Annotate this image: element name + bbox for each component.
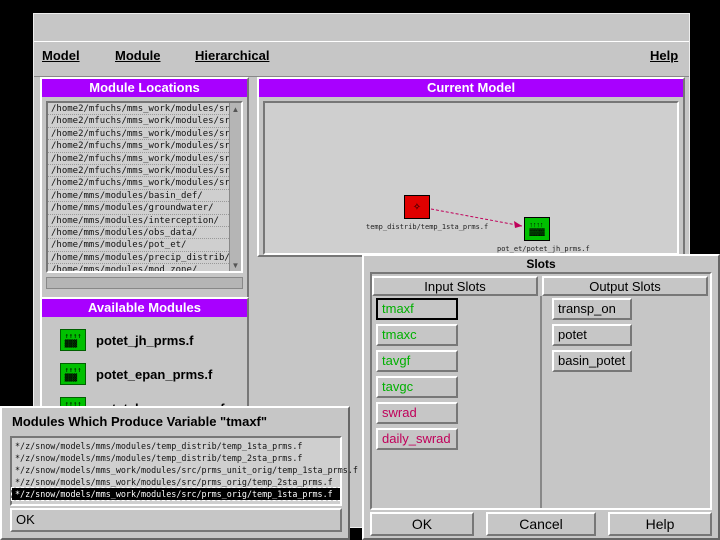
- slots-divider: [540, 296, 542, 508]
- producers-ok-button[interactable]: OK: [10, 508, 342, 532]
- input-slot-daily-swrad[interactable]: daily_swrad: [376, 428, 458, 450]
- module-locations-panel: Module Locations /home2/mfuchs/mms_work/…: [40, 77, 249, 300]
- output-slot-basin-potet[interactable]: basin_potet: [552, 350, 632, 372]
- scroll-down-icon[interactable]: ▼: [230, 259, 241, 271]
- module-location-item[interactable]: /home/mms/modules/basin_def/: [48, 190, 241, 203]
- output-slot-potet[interactable]: potet: [552, 324, 632, 346]
- module-item[interactable]: ↑↑↑↑ ▓▓▓ potet_jh_prms.f: [60, 329, 194, 351]
- module-icon: ↑↑↑↑▓▓▓: [60, 363, 86, 385]
- module-location-item[interactable]: /home2/mfuchs/mms_work/modules/src/m: [48, 177, 241, 190]
- module-location-item[interactable]: /home/mms/modules/mod_zone/: [48, 264, 241, 271]
- module-location-item[interactable]: /home/mms/modules/pot_et/: [48, 239, 241, 252]
- input-slots-header: Input Slots: [372, 276, 538, 296]
- module-location-item[interactable]: /home2/mfuchs/mms_work/modules/src/dis: [48, 103, 241, 116]
- input-slot-tavgc[interactable]: tavgc: [376, 376, 458, 398]
- producer-item[interactable]: */z/snow/models/mms/modules/temp_distrib…: [12, 440, 340, 452]
- module-locations-scrollbar[interactable]: ▲ ▼: [229, 103, 241, 271]
- module-locations-title: Module Locations: [42, 79, 247, 97]
- cancel-button[interactable]: Cancel: [486, 512, 596, 536]
- module-location-item[interactable]: /home2/mfuchs/mms_work/modules/src/pr: [48, 128, 241, 141]
- module-location-item[interactable]: /home/mms/modules/precip_distrib/: [48, 252, 241, 265]
- menu-module[interactable]: Module: [115, 48, 161, 63]
- module-location-item[interactable]: /home/mms/modules/interception/: [48, 215, 241, 227]
- slots-title: Slots: [526, 257, 556, 271]
- output-slot-transp-on[interactable]: transp_on: [552, 298, 632, 320]
- model-canvas[interactable]: ✧ temp_distrib/temp_1sta_prms.f ↑↑↑↑ ▓▓▓ …: [263, 101, 679, 255]
- menu-model[interactable]: Model: [42, 48, 80, 63]
- current-model-panel: Current Model ✧ temp_distrib/temp_1sta_p…: [257, 77, 685, 257]
- producers-list[interactable]: */z/snow/models/mms/modules/temp_distrib…: [10, 436, 358, 506]
- current-model-title: Current Model: [259, 79, 683, 97]
- model-node-temp-label: temp_distrib/temp_1sta_prms.f: [366, 223, 489, 231]
- module-location-item[interactable]: /home2/mfuchs/mms_work/modules/src/us: [48, 140, 241, 153]
- module-location-item[interactable]: /home/mms/modules/groundwater/: [48, 202, 241, 215]
- model-node-potet[interactable]: ↑↑↑↑ ▓▓▓: [524, 217, 550, 241]
- model-node-temp[interactable]: ✧: [404, 195, 430, 219]
- model-node-potet-label: pot_et/potet_jh_prms.f: [497, 245, 590, 253]
- module-location-item[interactable]: /home2/mfuchs/mms_work/modules/src/pu: [48, 165, 241, 178]
- module-locations-list[interactable]: /home2/mfuchs/mms_work/modules/src/dis/h…: [46, 101, 243, 273]
- input-slot-tmaxf[interactable]: tmaxf: [376, 298, 458, 320]
- ok-button[interactable]: OK: [370, 512, 474, 536]
- module-location-item[interactable]: /home/mms/modules/obs_data/: [48, 227, 241, 240]
- help-button[interactable]: Help: [608, 512, 712, 536]
- module-item[interactable]: ↑↑↑↑ ▓▓▓ potet_epan_prms.f: [60, 363, 212, 385]
- input-slot-swrad[interactable]: swrad: [376, 402, 458, 424]
- producers-dialog: Modules Which Produce Variable "tmaxf" *…: [0, 406, 358, 540]
- menu-hierarchical[interactable]: Hierarchical: [195, 48, 269, 63]
- producer-item-selected[interactable]: */z/snow/models/mms_work/modules/src/prm…: [11, 487, 341, 501]
- connection-arrowhead: [514, 221, 522, 228]
- module-location-item[interactable]: /home2/mfuchs/mms_work/modules/src/m: [48, 153, 241, 165]
- module-name: potet_epan_prms.f: [96, 366, 213, 382]
- input-slot-tavgf[interactable]: tavgf: [376, 350, 458, 372]
- slots-dialog: Slots Input Slots Output Slots tmaxf tma…: [362, 254, 720, 540]
- input-slot-tmaxc[interactable]: tmaxc: [376, 324, 458, 346]
- menu-bar: Model Module Hierarchical Help: [34, 41, 689, 77]
- node-glyph-icon: ↑↑↑↑ ▓▓▓: [529, 222, 545, 236]
- module-icon: ↑↑↑↑▓▓▓: [60, 329, 86, 351]
- menu-help[interactable]: Help: [650, 48, 678, 63]
- scroll-up-icon[interactable]: ▲: [230, 103, 241, 115]
- producer-item[interactable]: */z/snow/models/mms_work/modules/src/prm…: [12, 476, 340, 488]
- producer-item[interactable]: */z/snow/models/mms/modules/temp_distrib…: [12, 452, 340, 464]
- module-location-item[interactable]: /home2/mfuchs/mms_work/modules/src/en: [48, 115, 241, 128]
- node-glyph-icon: ✧: [412, 201, 422, 213]
- producer-item[interactable]: */z/snow/models/mms_work/modules/src/prm…: [12, 464, 358, 476]
- module-name: potet_jh_prms.f: [96, 332, 194, 348]
- producers-dialog-title: Modules Which Produce Variable "tmaxf": [12, 414, 268, 429]
- module-locations-hscrollbar[interactable]: [46, 277, 243, 289]
- output-slots-header: Output Slots: [542, 276, 708, 296]
- available-modules-title: Available Modules: [42, 299, 247, 317]
